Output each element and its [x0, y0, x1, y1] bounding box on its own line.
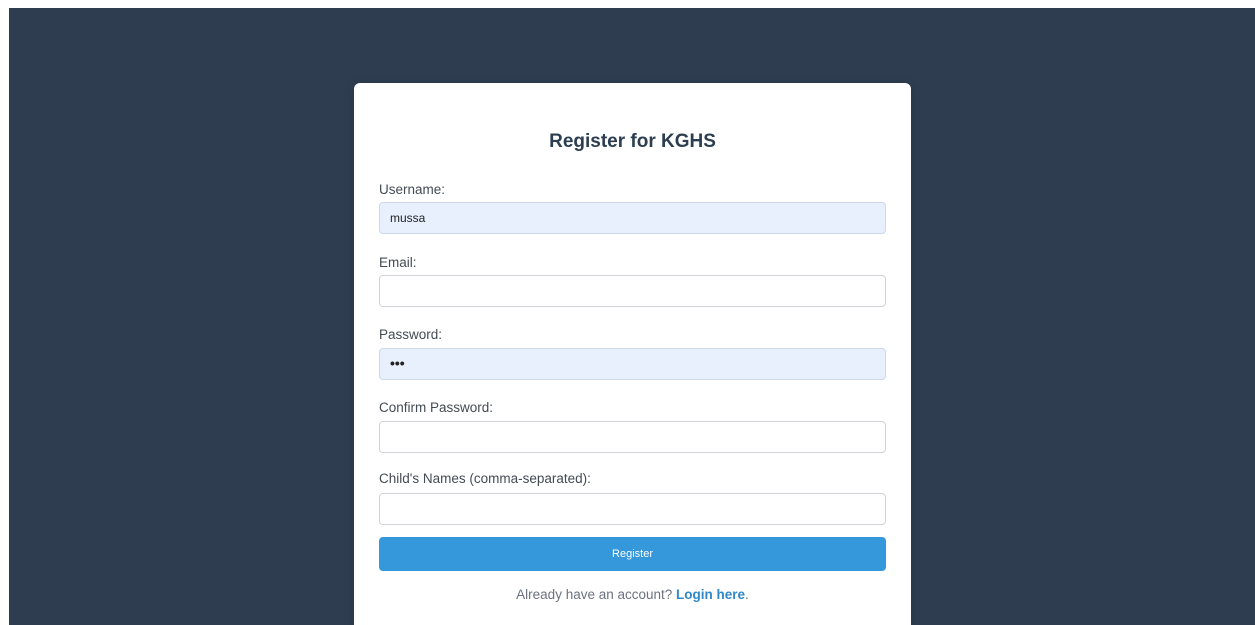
login-prompt: Already have an account? Login here. [354, 587, 911, 602]
login-link[interactable]: Login here [676, 587, 745, 602]
username-input[interactable]: mussa [379, 202, 886, 234]
email-label: Email: [379, 255, 417, 270]
confirm-password-label: Confirm Password: [379, 400, 494, 415]
register-card: Register for KGHS Username: mussa Email:… [354, 83, 911, 625]
child-names-input[interactable] [379, 493, 886, 525]
form-title: Register for KGHS [549, 131, 716, 152]
login-prompt-suffix: . [745, 587, 749, 602]
email-input[interactable] [379, 275, 886, 307]
register-button[interactable]: Register [379, 537, 886, 571]
page-background: Register for KGHS Username: mussa Email:… [9, 8, 1255, 625]
login-prompt-text: Already have an account? [516, 587, 677, 602]
child-names-label: Child's Names (comma-separated): [379, 471, 591, 486]
password-input[interactable]: ••• [379, 348, 886, 380]
confirm-password-input[interactable] [379, 421, 886, 453]
password-label: Password: [379, 327, 443, 342]
username-label: Username: [379, 182, 446, 197]
